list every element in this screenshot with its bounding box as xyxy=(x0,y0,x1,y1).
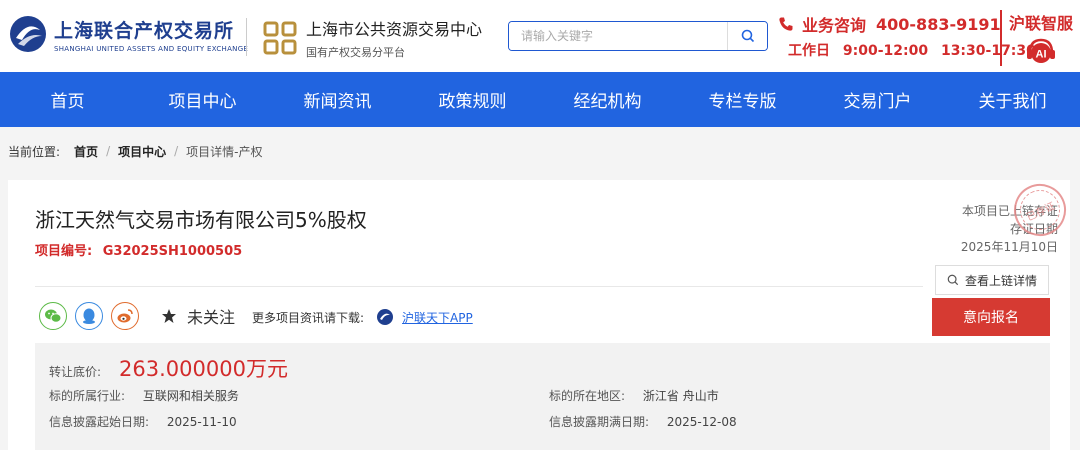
project-info-panel: 转让底价: 263.000000万元 标的所属行业: 互联网和相关服务 标的所在… xyxy=(35,343,1050,450)
header-divider xyxy=(246,18,247,56)
hotline-number: 400-883-9191 xyxy=(876,14,1001,34)
nav-item-home[interactable]: 首页 xyxy=(0,72,135,127)
suaee-logo-mark-icon xyxy=(10,16,46,52)
breadcrumb-separator: / xyxy=(174,144,179,158)
suaee-logo[interactable]: 上海联合产权交易所 SHANGHAI UNITED ASSETS AND EQU… xyxy=(8,14,248,54)
download-prompt: 更多项目资讯请下载: xyxy=(252,310,365,325)
transfer-price-label: 转让底价: xyxy=(49,365,102,379)
project-number-label: 项目编号: xyxy=(35,244,93,259)
hotline-label: 业务咨询 xyxy=(802,16,867,35)
logo-cn-text: 上海联合产权交易所 xyxy=(54,19,235,42)
follow-label: 未关注 xyxy=(187,308,236,327)
center-subtitle: 国有产权交易分平台 xyxy=(306,46,405,59)
wechat-share-button[interactable] xyxy=(39,302,67,330)
public-resource-center-logo[interactable]: 上海市公共资源交易中心 国有产权交易分平台 xyxy=(262,16,482,60)
app-logo-icon xyxy=(377,309,394,325)
nav-item-projects[interactable]: 项目中心 xyxy=(135,72,270,127)
breadcrumb-current: 项目详情-产权 xyxy=(186,144,263,159)
project-number: 项目编号: G32025SH1000505 xyxy=(35,240,242,259)
region-info: 标的所在地区: 浙江省 舟山市 xyxy=(549,387,719,404)
app-download-link[interactable]: 沪联天下APP xyxy=(402,309,473,326)
weibo-icon xyxy=(117,309,133,323)
transfer-price-value: 263.000000万元 xyxy=(119,357,288,381)
transfer-price: 转让底价: 263.000000万元 xyxy=(49,353,288,383)
workhours-am: 9:00-12:00 xyxy=(842,43,929,59)
business-hotline: 业务咨询 400-883-9191 xyxy=(778,12,1001,36)
region-value: 浙江省 舟山市 xyxy=(642,389,719,403)
wechat-icon xyxy=(45,309,62,323)
breadcrumb-label: 当前位置: xyxy=(8,144,61,159)
disclosure-end-value: 2025-12-08 xyxy=(666,415,737,429)
logo-en-text: SHANGHAI UNITED ASSETS AND EQUITY EXCHAN… xyxy=(54,44,249,53)
search-button[interactable] xyxy=(727,22,767,50)
ai-assistant-icon: AI xyxy=(1027,38,1055,63)
breadcrumb-separator: / xyxy=(106,144,111,158)
view-chain-details-button[interactable]: 查看上链详情 xyxy=(935,265,1049,295)
app-download: 更多项目资讯请下载: 沪联天下APP xyxy=(252,308,473,326)
project-card: 浙江天然气交易市场有限公司5%股权 项目编号: G32025SH1000505 … xyxy=(8,175,1075,450)
public-resource-center-logo-mark-icon xyxy=(263,21,297,55)
star-icon xyxy=(162,309,176,323)
nav-item-policies[interactable]: 政策规则 xyxy=(405,72,540,127)
intent-signup-button[interactable]: 意向报名 xyxy=(932,298,1050,336)
disclosure-start-info: 信息披露起始日期: 2025-11-10 xyxy=(49,413,237,430)
follow-button[interactable]: 未关注 xyxy=(161,304,235,328)
industry-info: 标的所属行业: 互联网和相关服务 xyxy=(49,387,239,404)
site-header: 上海联合产权交易所 SHANGHAI UNITED ASSETS AND EQU… xyxy=(0,0,1080,72)
center-name: 上海市公共资源交易中心 xyxy=(306,20,483,39)
breadcrumb-projects[interactable]: 项目中心 xyxy=(118,143,166,160)
nav-item-about[interactable]: 关于我们 xyxy=(945,72,1080,127)
qq-share-button[interactable] xyxy=(75,302,103,330)
work-hours: 工作日 9:00-12:00 13:30-17:30 xyxy=(788,40,1036,60)
industry-value: 互联网和相关服务 xyxy=(142,389,239,403)
ai-assistant-button[interactable]: 沪联智服 AI xyxy=(1005,10,1077,69)
nav-item-brokers[interactable]: 经纪机构 xyxy=(540,72,675,127)
share-buttons xyxy=(39,302,147,330)
breadcrumb-home[interactable]: 首页 xyxy=(74,143,98,160)
breadcrumb: 当前位置: 首页 / 项目中心 / 项目详情-产权 xyxy=(0,127,1080,175)
phone-icon xyxy=(779,17,793,31)
disclosure-end-info: 信息披露期满日期: 2025-12-08 xyxy=(549,413,737,430)
project-number-value: G32025SH1000505 xyxy=(102,244,243,259)
svg-text:AI: AI xyxy=(1036,49,1047,61)
region-label: 标的所在地区: xyxy=(549,389,626,403)
main-nav: 首页 项目中心 新闻资讯 政策规则 经纪机构 专栏专版 交易门户 关于我们 xyxy=(0,72,1080,127)
divider xyxy=(35,286,923,287)
nav-item-news[interactable]: 新闻资讯 xyxy=(270,72,405,127)
disclosure-end-label: 信息披露期满日期: xyxy=(549,415,650,429)
search-icon xyxy=(947,274,959,286)
header-divider-red xyxy=(1000,10,1002,66)
search-box xyxy=(508,21,768,51)
nav-item-portal[interactable]: 交易门户 xyxy=(810,72,945,127)
search-input[interactable] xyxy=(509,22,727,50)
project-title: 浙江天然气交易市场有限公司5%股权 xyxy=(35,208,367,232)
chain-date: 2025年11月10日 xyxy=(960,240,1058,254)
search-icon xyxy=(741,29,754,43)
nav-item-columns[interactable]: 专栏专版 xyxy=(675,72,810,127)
disclosure-start-value: 2025-11-10 xyxy=(166,415,237,429)
weibo-share-button[interactable] xyxy=(111,302,139,330)
disclosure-start-label: 信息披露起始日期: xyxy=(49,415,150,429)
qq-icon xyxy=(83,308,95,324)
ai-assistant-label: 沪联智服 xyxy=(1008,14,1073,33)
view-chain-details-label: 查看上链详情 xyxy=(964,273,1037,288)
workhours-label: 工作日 xyxy=(788,43,830,59)
industry-label: 标的所属行业: xyxy=(49,389,126,403)
